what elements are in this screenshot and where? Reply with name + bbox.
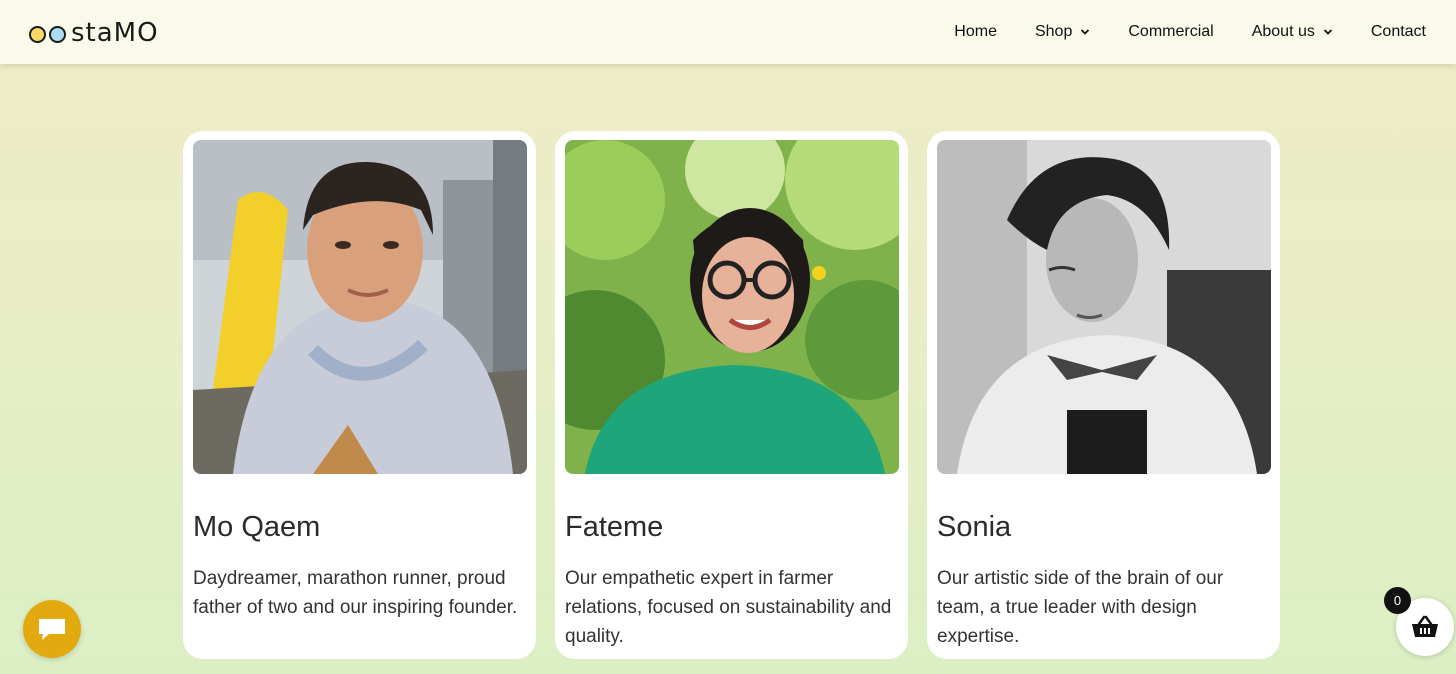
team-member-name: Fateme <box>565 511 664 543</box>
team-photo-fateme <box>565 140 899 474</box>
logo-text: staMO <box>71 18 159 48</box>
chevron-down-icon <box>1081 29 1090 35</box>
team-photo-mo-qaem <box>193 140 527 474</box>
team-member-description: Our artistic side of the brain of our te… <box>937 568 1224 647</box>
nav-about-us-label: About us <box>1251 23 1315 40</box>
team-card: Mo Qaem Daydreamer, marathon runner, pro… <box>183 131 536 659</box>
team-photo-sonia <box>937 140 1271 474</box>
nav-about-us[interactable]: About us <box>1252 23 1333 41</box>
nav-shop-label: Shop <box>1034 23 1073 40</box>
team-cards: Mo Qaem Daydreamer, marathon runner, pro… <box>183 131 1280 659</box>
basket-icon <box>1412 615 1438 637</box>
nav-home-label: Home <box>954 23 997 40</box>
main-nav: Home Shop Commercial About us Contact <box>916 0 1426 64</box>
logo-yellow-circle <box>29 26 46 43</box>
nav-contact-label: Contact <box>1370 23 1426 40</box>
team-card: Sonia Our artistic side of the brain of … <box>927 131 1280 659</box>
nav-contact[interactable]: Contact <box>1371 23 1426 41</box>
chat-button[interactable] <box>23 600 81 658</box>
nav-commercial[interactable]: Commercial <box>1128 23 1213 41</box>
nav-home[interactable]: Home <box>954 23 997 41</box>
team-member-description: Daydreamer, marathon runner, proud fathe… <box>193 568 518 618</box>
nav-shop[interactable]: Shop <box>1035 23 1090 41</box>
team-member-name: Mo Qaem <box>193 511 321 543</box>
team-member-description: Our empathetic expert in farmer relation… <box>565 568 892 647</box>
chat-bubble-icon <box>39 619 65 640</box>
logo-blue-circle <box>49 26 66 43</box>
nav-commercial-label: Commercial <box>1128 23 1214 40</box>
team-card: Fateme Our empathetic expert in farmer r… <box>555 131 908 659</box>
chevron-down-icon <box>1323 29 1332 35</box>
site-header: staMO Home Shop Commercial About us Cont… <box>0 0 1456 64</box>
site-logo[interactable]: staMO <box>29 18 159 48</box>
team-member-name: Sonia <box>937 511 1012 543</box>
cart-count-badge: 0 <box>1384 587 1411 614</box>
